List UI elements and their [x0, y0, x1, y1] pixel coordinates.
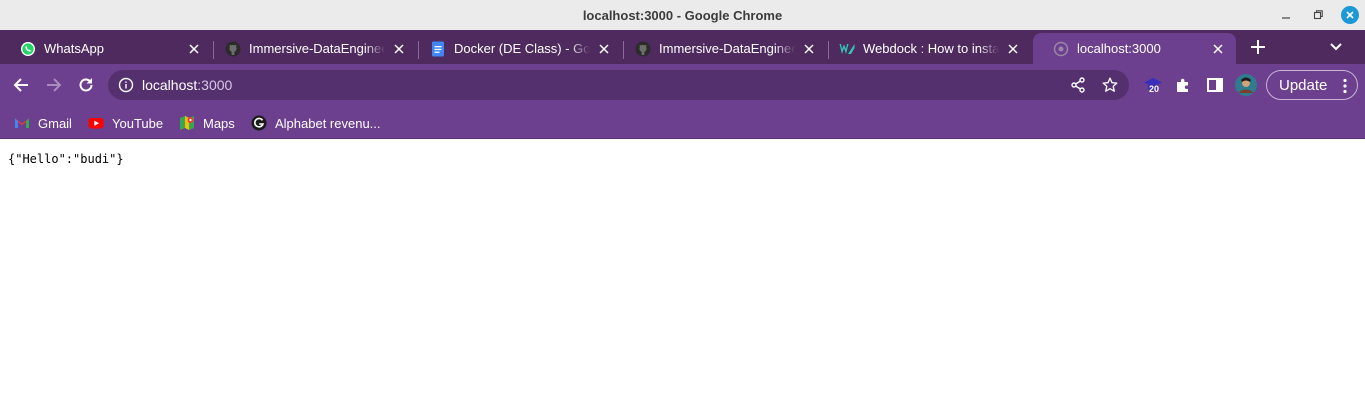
bookmark-label: YouTube — [112, 115, 164, 131]
extensions-puzzle-icon[interactable] — [1171, 73, 1195, 97]
google-docs-icon — [430, 41, 446, 57]
tab-localhost[interactable]: localhost:3000 — [1033, 33, 1236, 64]
update-label: Update — [1279, 76, 1328, 94]
whatsapp-icon — [20, 41, 36, 57]
bookmark-label: Gmail — [38, 115, 72, 131]
reload-button[interactable] — [74, 73, 98, 97]
side-panel-icon[interactable] — [1203, 73, 1227, 97]
webdock-icon — [839, 41, 855, 57]
update-button[interactable]: Update — [1266, 70, 1358, 100]
tab-title: WhatsApp — [44, 41, 104, 56]
browser-toolbar: localhost:3000 Update — [0, 64, 1365, 106]
window-titlebar[interactable]: localhost:3000 - Google Chrome — [0, 0, 1365, 30]
globe-icon — [1053, 41, 1069, 57]
more-vertical-icon[interactable] — [1343, 78, 1347, 94]
back-button[interactable] — [9, 73, 33, 97]
tab-title: localhost:3000 — [1077, 41, 1161, 56]
bookmarks-bar: Gmail YouTube Maps Alphabet revenu... — [0, 106, 1365, 139]
maps-icon — [179, 115, 195, 131]
forward-button[interactable] — [42, 73, 66, 97]
bookmark-gmail[interactable]: Gmail — [14, 113, 72, 133]
tab-title: Immersive-DataEngineer — [249, 41, 385, 56]
close-icon[interactable] — [1210, 41, 1226, 57]
window-title: localhost:3000 - Google Chrome — [582, 7, 783, 23]
bookmark-label: Maps — [203, 115, 235, 131]
minimize-button[interactable] — [1277, 6, 1295, 24]
address-bar[interactable]: localhost:3000 — [108, 70, 1129, 100]
close-window-button[interactable] — [1341, 6, 1359, 24]
json-response-text: {"Hello":"budi"} — [8, 152, 124, 166]
tab-github-1[interactable]: Immersive-DataEngineer — [205, 33, 417, 64]
url-text[interactable]: localhost:3000 — [142, 77, 232, 93]
close-icon[interactable] — [596, 41, 612, 57]
bookmark-maps[interactable]: Maps — [179, 113, 235, 133]
close-icon[interactable] — [1005, 41, 1021, 57]
gmail-icon — [14, 115, 30, 131]
page-content: {"Hello":"budi"} — [0, 139, 1365, 408]
tab-title: Immersive-DataEngineer — [659, 41, 795, 56]
tab-title: Docker (DE Class) - Google Docs — [454, 41, 590, 56]
bookmark-label: Alphabet revenu... — [275, 115, 381, 131]
new-tab-button[interactable] — [1247, 36, 1269, 58]
tab-title: Webdock : How to install — [863, 41, 999, 56]
avatar[interactable] — [1234, 73, 1258, 97]
github-icon — [225, 41, 241, 57]
extension-badge: 20 — [1149, 84, 1160, 94]
tab-webdock[interactable]: Webdock : How to install — [819, 33, 1031, 64]
github-icon — [635, 41, 651, 57]
tab-strip: WhatsApp Immersive-DataEngineer Docker (… — [0, 30, 1365, 64]
close-icon[interactable] — [391, 41, 407, 57]
info-icon[interactable] — [118, 77, 134, 93]
bookmark-alphabet[interactable]: Alphabet revenu... — [251, 113, 381, 133]
youtube-icon — [88, 115, 104, 131]
tab-github-2[interactable]: Immersive-DataEngineer — [615, 33, 827, 64]
restore-button[interactable] — [1309, 6, 1327, 24]
close-icon[interactable] — [801, 41, 817, 57]
tab-search-button[interactable] — [1325, 36, 1347, 58]
bookmark-star-icon[interactable] — [1102, 77, 1118, 93]
share-icon[interactable] — [1070, 77, 1086, 93]
alphabet-icon — [251, 115, 267, 131]
tab-google-docs[interactable]: Docker (DE Class) - Google Docs — [410, 33, 622, 64]
close-icon[interactable] — [186, 41, 202, 57]
tab-whatsapp[interactable]: WhatsApp — [0, 33, 212, 64]
bookmark-youtube[interactable]: YouTube — [88, 113, 163, 133]
